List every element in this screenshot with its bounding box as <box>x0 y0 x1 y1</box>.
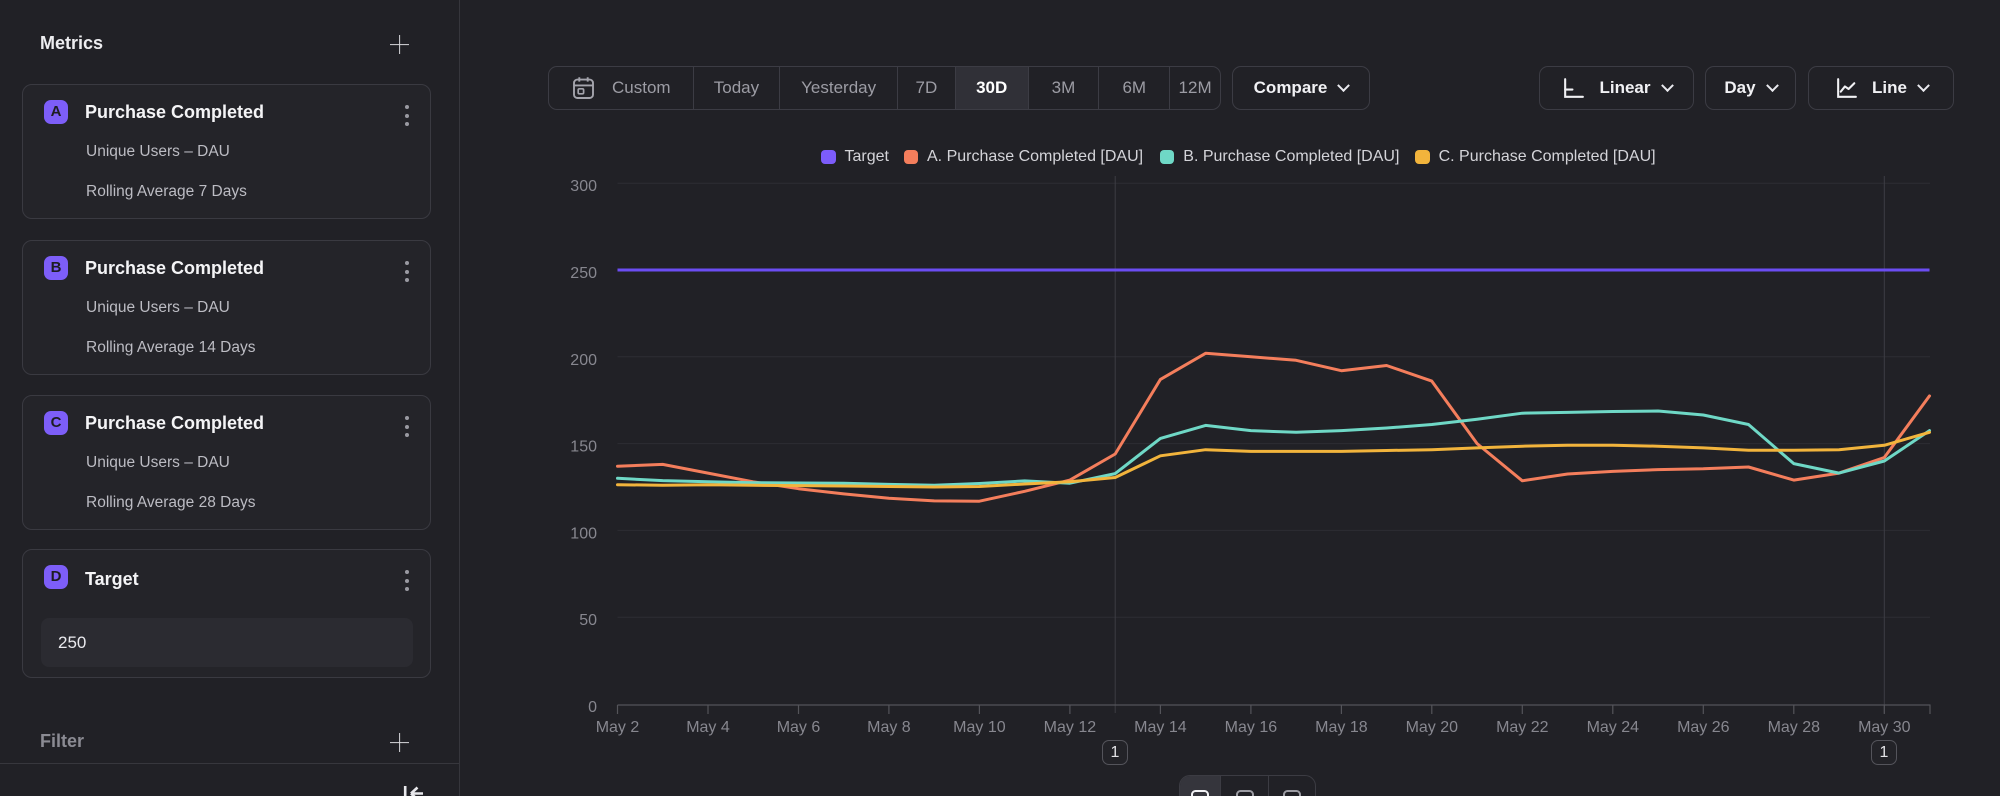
svg-text:May 8: May 8 <box>867 719 911 736</box>
svg-text:May 14: May 14 <box>1134 719 1187 736</box>
svg-text:300: 300 <box>570 178 597 195</box>
svg-text:May 26: May 26 <box>1677 719 1730 736</box>
svg-text:May 12: May 12 <box>1044 719 1097 736</box>
svg-text:May 24: May 24 <box>1587 719 1640 736</box>
svg-text:50: 50 <box>579 612 597 629</box>
svg-text:May 2: May 2 <box>596 719 640 736</box>
svg-text:May 22: May 22 <box>1496 719 1549 736</box>
svg-text:May 10: May 10 <box>953 719 1006 736</box>
svg-text:250: 250 <box>570 265 597 282</box>
svg-text:May 16: May 16 <box>1225 719 1278 736</box>
svg-text:200: 200 <box>570 352 597 369</box>
svg-text:100: 100 <box>570 525 597 542</box>
svg-text:150: 150 <box>570 439 597 456</box>
svg-text:May 30: May 30 <box>1858 719 1911 736</box>
svg-text:May 4: May 4 <box>686 719 730 736</box>
svg-text:0: 0 <box>588 699 597 716</box>
svg-text:May 28: May 28 <box>1768 719 1821 736</box>
svg-text:May 6: May 6 <box>777 719 821 736</box>
svg-text:May 20: May 20 <box>1406 719 1459 736</box>
svg-text:May 18: May 18 <box>1315 719 1368 736</box>
